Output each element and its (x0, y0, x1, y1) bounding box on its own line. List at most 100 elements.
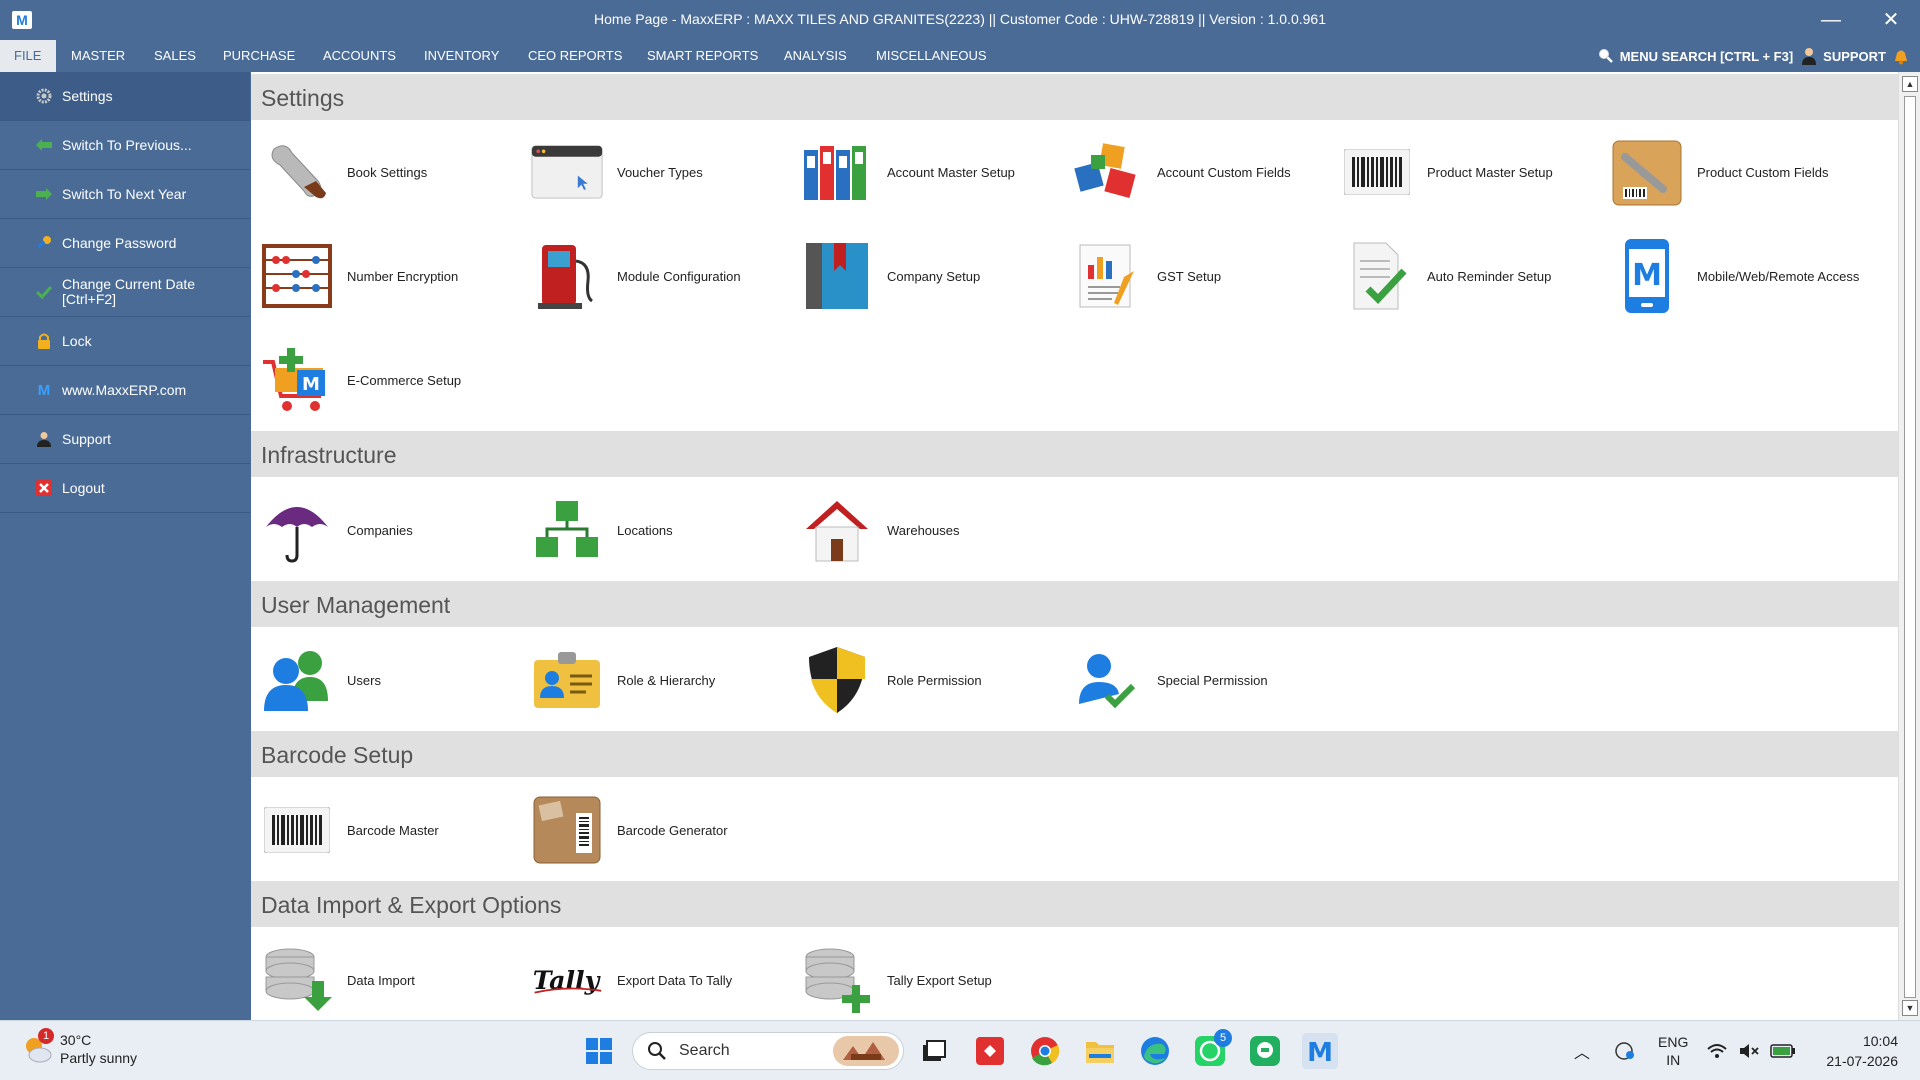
messaging-app-button[interactable] (1247, 1033, 1283, 1069)
sidebar-item-settings[interactable]: Settings (0, 72, 250, 121)
tile-voucher-types[interactable]: Voucher Types (521, 127, 791, 217)
tile-label: Tally Export Setup (887, 972, 992, 988)
anydesk-app-button[interactable] (972, 1033, 1008, 1069)
tile-account-custom-fields[interactable]: Account Custom Fields (1061, 127, 1331, 217)
window-title: Home Page - MaxxERP : MAXX TILES AND GRA… (594, 11, 1326, 27)
scroll-down-button[interactable]: ▼ (1902, 1000, 1918, 1016)
tile-label: Special Permission (1157, 672, 1268, 688)
chrome-icon (1031, 1037, 1060, 1066)
sidebar-item-website[interactable]: M www.MaxxERP.com (0, 366, 250, 415)
logout-icon (36, 480, 52, 496)
tile-e-commerce-setup[interactable]: M E-Commerce Setup (251, 335, 521, 425)
menu-analysis[interactable]: ANALYSIS (770, 40, 861, 72)
tile-label: Locations (617, 522, 673, 538)
tile-auto-reminder-setup[interactable]: Auto Reminder Setup (1331, 231, 1601, 321)
tile-label: GST Setup (1157, 268, 1222, 284)
tile-label: Account Custom Fields (1157, 164, 1291, 180)
maxx-logo-icon: M (37, 381, 51, 399)
arrow-right-icon (36, 186, 52, 202)
puzzle-icon (1071, 136, 1143, 208)
tile-gst-setup[interactable]: GST Setup (1061, 231, 1331, 321)
tile-users[interactable]: Users (251, 635, 521, 725)
database-import-icon (261, 944, 333, 1016)
support-menu-button[interactable]: SUPPORT (1801, 47, 1910, 65)
menu-smart-reports[interactable]: SMART REPORTS (633, 40, 772, 72)
tile-barcode-generator[interactable]: Barcode Generator (521, 785, 791, 875)
scroll-up-button[interactable]: ▲ (1902, 76, 1918, 92)
tile-label: Users (347, 672, 381, 688)
section-title: User Management (261, 592, 451, 618)
menu-ceo-reports[interactable]: CEO REPORTS (514, 40, 636, 72)
close-button[interactable]: ✕ (1868, 4, 1914, 36)
task-view-button[interactable] (916, 1033, 952, 1069)
edge-icon (1141, 1037, 1169, 1065)
sidebar-item-change-current-date[interactable]: Change Current Date [Ctrl+F2] (0, 268, 250, 317)
vertical-scrollbar[interactable]: ▲ ▼ (1898, 72, 1920, 1020)
sidebar-item-logout[interactable]: Logout (0, 464, 250, 513)
menu-accounts[interactable]: ACCOUNTS (309, 40, 410, 72)
whatsapp-app-button[interactable]: 5 (1192, 1029, 1232, 1069)
sidebar-item-support[interactable]: Support (0, 415, 250, 464)
sidebar-item-change-password[interactable]: Change Password (0, 219, 250, 268)
speaker-muted-icon[interactable] (1738, 1042, 1760, 1060)
gear-icon (36, 88, 52, 104)
clock[interactable]: 10:04 21-07-2026 (1826, 1031, 1898, 1071)
tile-data-import[interactable]: Data Import (251, 935, 521, 1020)
menu-purchase[interactable]: PURCHASE (209, 40, 309, 72)
tile-companies[interactable]: Companies (251, 485, 521, 575)
minimize-button[interactable]: — (1808, 4, 1854, 36)
scrollbar-thumb[interactable] (1904, 96, 1916, 998)
file-explorer-button[interactable] (1082, 1033, 1118, 1069)
network-globe-icon[interactable] (1614, 1040, 1636, 1062)
sidebar-item-label: Switch To Next Year (62, 185, 187, 202)
tile-label: Product Master Setup (1427, 164, 1553, 180)
tile-special-permission[interactable]: Special Permission (1061, 635, 1331, 725)
menu-sales[interactable]: SALES (140, 40, 210, 72)
tile-product-master-setup[interactable]: Product Master Setup (1331, 127, 1601, 217)
section-title: Barcode Setup (261, 742, 414, 768)
tile-label: Warehouses (887, 522, 960, 538)
tile-account-master-setup[interactable]: Account Master Setup (791, 127, 1061, 217)
tile-export-data-to-tally[interactable]: Tally Export Data To Tally (521, 935, 791, 1020)
tile-label: Data Import (347, 972, 415, 988)
tile-barcode-master[interactable]: Barcode Master (251, 785, 521, 875)
binders-icon (801, 136, 873, 208)
tile-role-hierarchy[interactable]: Role & Hierarchy (521, 635, 791, 725)
user-check-icon (1071, 644, 1143, 716)
wrench-icon (261, 136, 333, 208)
menu-inventory[interactable]: INVENTORY (410, 40, 513, 72)
menu-file[interactable]: FILE (0, 40, 56, 72)
tile-company-setup[interactable]: Company Setup (791, 231, 1061, 321)
language-indicator[interactable]: ENG IN (1658, 1033, 1688, 1069)
tile-product-custom-fields[interactable]: Product Custom Fields (1601, 127, 1871, 217)
tile-book-settings[interactable]: Book Settings (251, 127, 521, 217)
fuel-pump-icon (531, 240, 603, 312)
section-title: Settings (261, 85, 345, 111)
tile-mobile-web-remote-access[interactable]: M Mobile/Web/Remote Access (1601, 231, 1871, 321)
sidebar-item-lock[interactable]: Lock (0, 317, 250, 366)
edge-app-button[interactable] (1137, 1033, 1173, 1069)
maxxerp-app-button[interactable]: M (1302, 1033, 1338, 1069)
tile-role-permission[interactable]: Role Permission (791, 635, 1061, 725)
wifi-icon[interactable] (1706, 1042, 1728, 1060)
tile-module-configuration[interactable]: Module Configuration (521, 231, 791, 321)
sidebar-item-switch-previous[interactable]: Switch To Previous... (0, 121, 250, 170)
chrome-app-button[interactable] (1027, 1033, 1063, 1069)
battery-charging-icon[interactable] (1770, 1043, 1796, 1059)
tile-warehouses[interactable]: Warehouses (791, 485, 1061, 575)
support-person-icon (36, 431, 52, 447)
tile-locations[interactable]: Locations (521, 485, 791, 575)
svg-text:M: M (1307, 1038, 1333, 1065)
menu-search-button[interactable]: MENU SEARCH [CTRL + F3] (1598, 48, 1793, 64)
menu-miscellaneous[interactable]: MISCELLANEOUS (862, 40, 1001, 72)
sidebar-item-switch-next-year[interactable]: Switch To Next Year (0, 170, 250, 219)
taskbar-search[interactable]: Search (632, 1032, 904, 1070)
hierarchy-blocks-icon (531, 494, 603, 566)
tile-tally-export-setup[interactable]: Tally Export Setup (791, 935, 1061, 1020)
tile-number-encryption[interactable]: Number Encryption (251, 231, 521, 321)
menu-master[interactable]: MASTER (57, 40, 139, 72)
weather-widget[interactable]: 1 30°C Partly sunny (22, 1028, 137, 1067)
tray-overflow-chevron-icon[interactable]: ︿ (1574, 1039, 1590, 1063)
folder-icon (1086, 1042, 1114, 1063)
start-button[interactable] (581, 1033, 617, 1069)
